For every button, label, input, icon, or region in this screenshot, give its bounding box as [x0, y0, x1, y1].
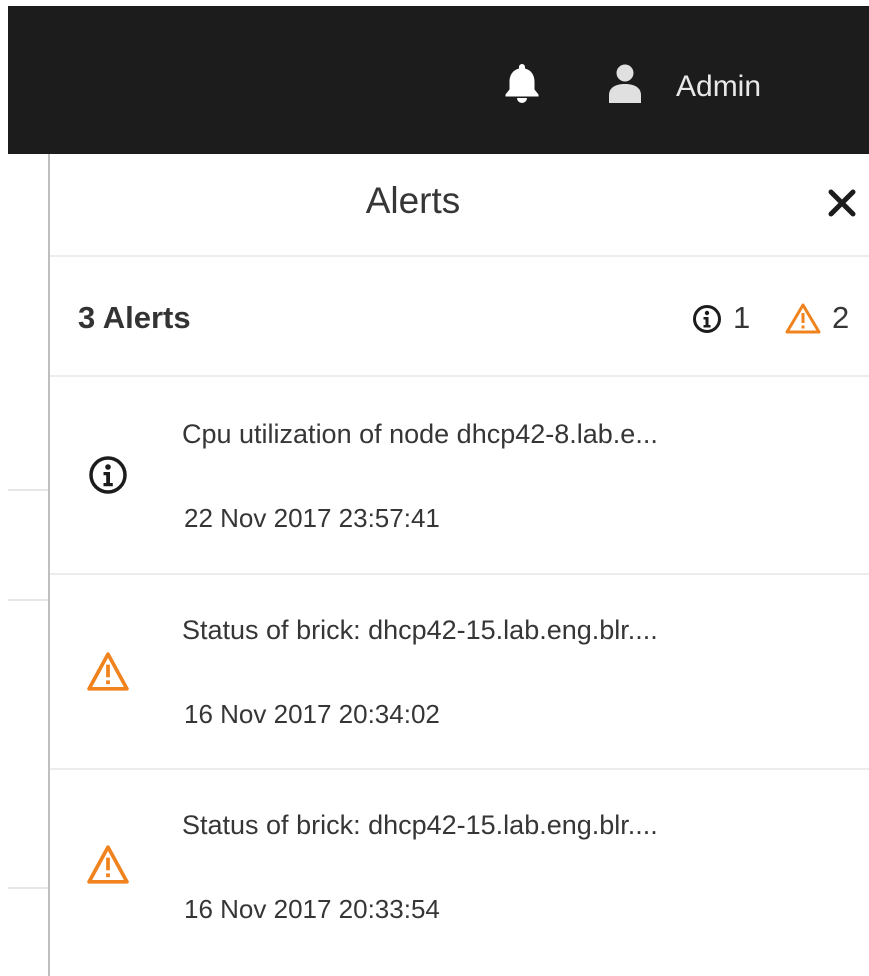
alert-timestamp: 16 Nov 2017 20:33:54 — [184, 894, 440, 924]
info-count: 1 — [733, 300, 751, 335]
alert-message: Status of brick: dhcp42-15.lab.eng.blr..… — [182, 615, 658, 645]
user-icon[interactable] — [605, 63, 645, 103]
drawer-header-divider — [50, 255, 869, 257]
row-divider — [8, 599, 48, 601]
alert-timestamp: 22 Nov 2017 23:57:41 — [184, 503, 440, 533]
alert-item[interactable]: Status of brick: dhcp42-15.lab.eng.blr..… — [50, 770, 869, 965]
close-icon[interactable] — [823, 184, 861, 222]
alerts-count: 3 Alerts — [78, 300, 191, 335]
alert-message: Status of brick: dhcp42-15.lab.eng.blr..… — [182, 810, 658, 840]
alert-message: Cpu utilization of node dhcp42-8.lab.e..… — [182, 419, 658, 449]
alert-item[interactable]: Cpu utilization of node dhcp42-8.lab.e..… — [50, 377, 869, 572]
user-menu-name[interactable]: Admin — [676, 70, 761, 104]
alert-timestamp: 16 Nov 2017 20:34:02 — [184, 699, 440, 729]
row-divider — [8, 887, 48, 889]
warning-icon — [87, 845, 129, 884]
drawer-title: Alerts — [365, 180, 461, 221]
warning-icon — [785, 303, 821, 334]
bell-icon[interactable] — [500, 60, 544, 104]
info-icon — [693, 305, 721, 333]
main-content-edge — [0, 154, 48, 976]
row-divider — [8, 489, 48, 491]
alert-item[interactable]: Status of brick: dhcp42-15.lab.eng.blr..… — [50, 575, 869, 770]
top-header-bar: Admin — [8, 6, 869, 154]
warning-icon — [87, 652, 129, 691]
warning-count: 2 — [832, 300, 850, 335]
info-icon — [89, 456, 127, 494]
